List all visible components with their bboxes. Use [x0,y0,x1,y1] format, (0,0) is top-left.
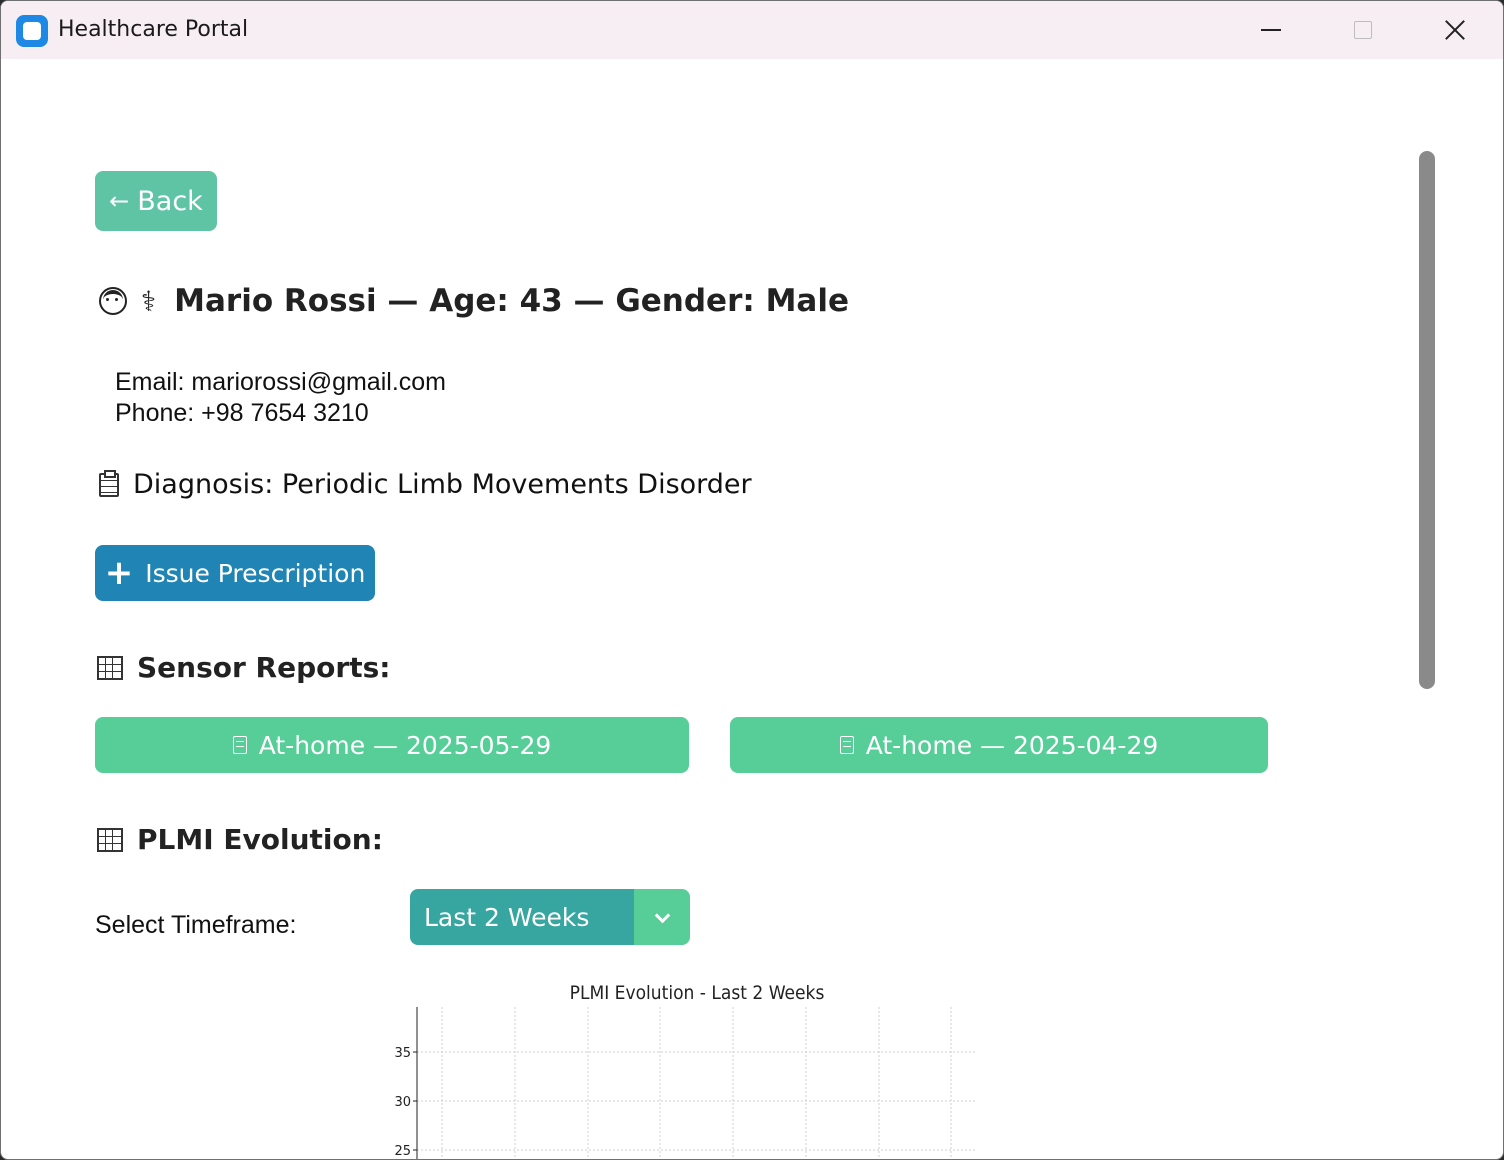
app-window: Healthcare Portal ← Back ⚕ Mario Rossi —… [0,0,1504,1160]
chevron-down-icon [654,907,670,923]
chart-title: PLMI Evolution - Last 2 Weeks [570,982,825,1004]
plus-icon: + [104,553,134,593]
patient-header-text: Mario Rossi — Age: 43 — Gender: Male [174,283,849,319]
chart-icon [97,827,123,852]
y-ticks: 35 30 25 [394,1046,417,1159]
plmi-chart: PLMI Evolution - Last 2 Weeks 35 30 25 [394,982,977,1159]
scrollbar-thumb[interactable] [1419,151,1435,689]
doctor-face-icon [99,287,127,315]
title-bar: Healthcare Portal [1,1,1503,59]
sensor-report-button[interactable]: At-home — 2025-05-29 [95,717,689,773]
y-tick-label: 30 [394,1095,411,1110]
sensor-reports-heading: Sensor Reports: [97,651,390,684]
contact-info: Email: mariorossi@gmail.com Phone: +98 7… [115,367,446,429]
back-button-label: Back [137,185,203,217]
sensor-reports-title: Sensor Reports: [137,651,391,684]
main-content: ← Back ⚕ Mario Rossi — Age: 43 — Gender:… [1,59,1503,1159]
issue-prescription-button[interactable]: + Issue Prescription [95,545,375,601]
plmi-evolution-heading: PLMI Evolution: [97,823,383,856]
close-button[interactable] [1409,1,1501,59]
patient-email: Email: mariorossi@gmail.com [115,368,446,396]
diagnosis-text: Diagnosis: Periodic Limb Movements Disor… [133,469,752,500]
maximize-icon [1354,21,1372,39]
dropdown-button[interactable] [634,889,690,945]
close-icon [1444,19,1466,41]
document-icon [232,736,247,754]
sensor-report-label: At-home — 2025-05-29 [258,730,552,760]
minimize-icon [1261,29,1281,31]
timeframe-select[interactable]: Last 2 Weeks [410,889,690,945]
chart-icon [97,655,123,680]
y-tick-label: 35 [394,1046,411,1061]
document-icon [839,736,854,754]
timeframe-label: Select Timeframe: [95,911,297,939]
diagnosis: Diagnosis: Periodic Limb Movements Disor… [99,469,752,500]
timeframe-selected-value[interactable]: Last 2 Weeks [410,889,634,945]
medical-staff-icon: ⚕ [141,284,157,318]
arrow-left-icon: ← [109,187,130,215]
patient-header: ⚕ Mario Rossi — Age: 43 — Gender: Male [99,279,849,323]
back-button[interactable]: ← Back [95,171,217,231]
app-icon [16,15,48,47]
patient-phone: Phone: +98 7654 3210 [115,399,369,427]
minimize-button[interactable] [1225,1,1317,59]
maximize-button[interactable] [1317,1,1409,59]
y-tick-label: 25 [394,1144,411,1159]
sensor-report-button[interactable]: At-home — 2025-04-29 [730,717,1268,773]
clipboard-icon [99,469,119,497]
issue-prescription-label: Issue Prescription [145,558,366,588]
chart-grid [417,1007,977,1159]
plmi-evolution-title: PLMI Evolution: [137,823,383,856]
sensor-report-label: At-home — 2025-04-29 [865,730,1159,760]
window-title: Healthcare Portal [58,17,249,42]
